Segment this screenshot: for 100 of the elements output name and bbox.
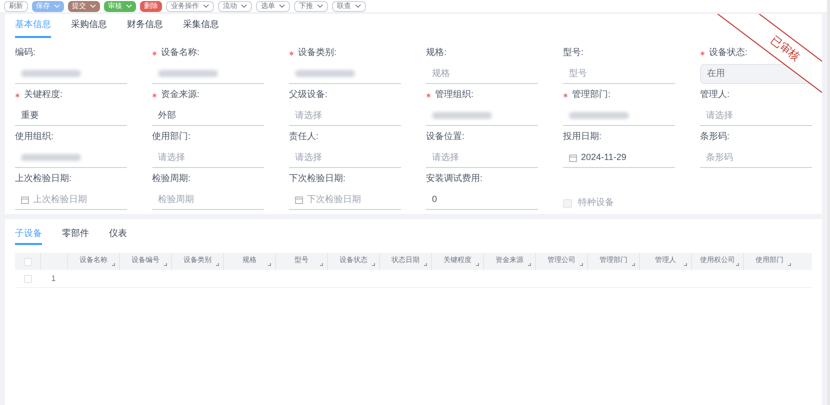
input-field[interactable]: 外部 — [152, 106, 264, 126]
required-icon — [15, 92, 20, 98]
required-icon — [289, 50, 294, 56]
resize-handle-icon — [164, 263, 167, 266]
tab[interactable]: 基本信息 — [15, 18, 51, 38]
field-label: 管理部门: — [563, 88, 611, 102]
redacted-value — [569, 112, 629, 119]
input-field[interactable]: 请选择 — [289, 106, 401, 126]
field-label: 管理组织: — [426, 88, 474, 102]
calendar-icon — [569, 154, 577, 162]
field-label: 设备名称: — [152, 46, 200, 60]
resize-handle-icon — [632, 263, 635, 266]
required-icon — [152, 50, 157, 56]
field-label: 使用部门: — [152, 130, 191, 144]
caret-icon — [317, 4, 323, 8]
caret-icon — [279, 4, 285, 8]
redacted-value — [432, 112, 492, 119]
resize-handle-icon — [580, 263, 583, 266]
resize-handle-icon — [320, 263, 323, 266]
field-label: 规格: — [426, 46, 447, 60]
resize-handle-icon — [736, 263, 739, 266]
resize-handle-icon — [372, 263, 375, 266]
redacted-value — [21, 70, 81, 77]
required-icon — [152, 92, 157, 98]
input-field[interactable]: 重要 — [15, 106, 127, 126]
field-placeholder: 型号 — [569, 66, 587, 80]
input-field[interactable]: 检验周期 — [152, 190, 264, 210]
input-field[interactable]: 请选择 — [289, 148, 401, 168]
input-field[interactable]: 下次检验日期 — [289, 190, 401, 210]
redacted-value — [295, 70, 355, 77]
resize-handle-icon — [684, 263, 687, 266]
field-label: 管理人: — [700, 88, 730, 102]
input-field[interactable]: 上次检验日期 — [15, 190, 127, 210]
resize-handle-icon — [788, 263, 791, 266]
caret-icon — [203, 4, 209, 8]
field-value: 外部 — [158, 108, 176, 122]
input-field[interactable]: 请选择 — [700, 106, 812, 126]
input-field[interactable]: 条形码 — [700, 148, 812, 168]
field-label: 上次检验日期: — [15, 172, 72, 186]
field-placeholder: 下次检验日期 — [307, 192, 361, 206]
field-label: 投用日期: — [563, 130, 602, 144]
field-label: 资金来源: — [152, 88, 200, 102]
caret-icon — [355, 4, 361, 8]
checkbox[interactable] — [563, 198, 572, 208]
tab[interactable]: 采集信息 — [183, 18, 219, 38]
field-label: 检验周期: — [152, 172, 191, 186]
field-value: 0 — [432, 192, 438, 206]
field-label: 编码: — [15, 46, 36, 60]
resize-handle-icon — [268, 263, 271, 266]
required-icon — [563, 92, 568, 98]
resize-handle-icon — [216, 263, 219, 266]
tab[interactable]: 子设备 — [15, 227, 42, 245]
field-label: 使用组织: — [15, 130, 54, 144]
redacted-value — [158, 70, 218, 77]
resize-handle-icon — [424, 263, 427, 266]
field-placeholder: 请选择 — [295, 108, 322, 122]
input-field[interactable]: 规格 — [426, 64, 538, 84]
calendar-icon — [295, 196, 303, 204]
caret-icon — [241, 4, 247, 8]
input-field[interactable]: 型号 — [563, 64, 675, 84]
resize-handle-icon — [528, 263, 531, 266]
field-label: 设备位置: — [426, 130, 465, 144]
redacted-value — [21, 154, 81, 161]
field-label: 父级设备: — [289, 88, 328, 102]
required-icon — [700, 50, 705, 56]
field-label: 关键程度: — [15, 88, 63, 102]
tab[interactable]: 财务信息 — [127, 18, 163, 38]
input-field[interactable]: 2024-11-29 — [563, 148, 675, 168]
field-value: 在用 — [707, 67, 725, 80]
resize-handle-icon — [476, 263, 479, 266]
field-placeholder: 条形码 — [706, 150, 733, 164]
tab[interactable]: 仪表 — [109, 227, 127, 245]
caret-icon — [54, 4, 60, 8]
row-number: 1 — [50, 272, 57, 284]
caret-icon — [90, 4, 96, 8]
field-placeholder: 检验周期 — [158, 192, 194, 206]
field-label: 安装调试费用: — [426, 172, 483, 186]
checkbox[interactable] — [24, 258, 32, 266]
tab[interactable]: 零部件 — [62, 227, 89, 245]
caret-icon — [126, 4, 132, 8]
field-placeholder: 上次检验日期 — [33, 192, 87, 206]
input-field[interactable]: 0 — [426, 190, 538, 210]
field-label: 设备状态: — [700, 46, 748, 60]
tab[interactable]: 采购信息 — [71, 18, 107, 38]
field-placeholder: 请选择 — [432, 150, 459, 164]
field-placeholder: 请选择 — [706, 108, 733, 122]
checkbox-label: 特种设备 — [578, 196, 614, 210]
resize-handle-icon — [112, 263, 115, 266]
field-placeholder: 请选择 — [295, 150, 322, 164]
checkbox[interactable] — [24, 274, 32, 282]
field-label: 下次检验日期: — [289, 172, 346, 186]
field-label: 设备类别: — [289, 46, 337, 60]
calendar-icon — [21, 196, 29, 204]
required-icon — [426, 92, 431, 98]
field-placeholder: 请选择 — [158, 150, 185, 164]
field-value: 2024-11-29 — [581, 150, 626, 164]
input-field[interactable]: 请选择 — [426, 148, 538, 168]
field-placeholder: 规格 — [432, 66, 450, 80]
input-field[interactable]: 请选择 — [152, 148, 264, 168]
field-label: 型号: — [563, 46, 584, 60]
